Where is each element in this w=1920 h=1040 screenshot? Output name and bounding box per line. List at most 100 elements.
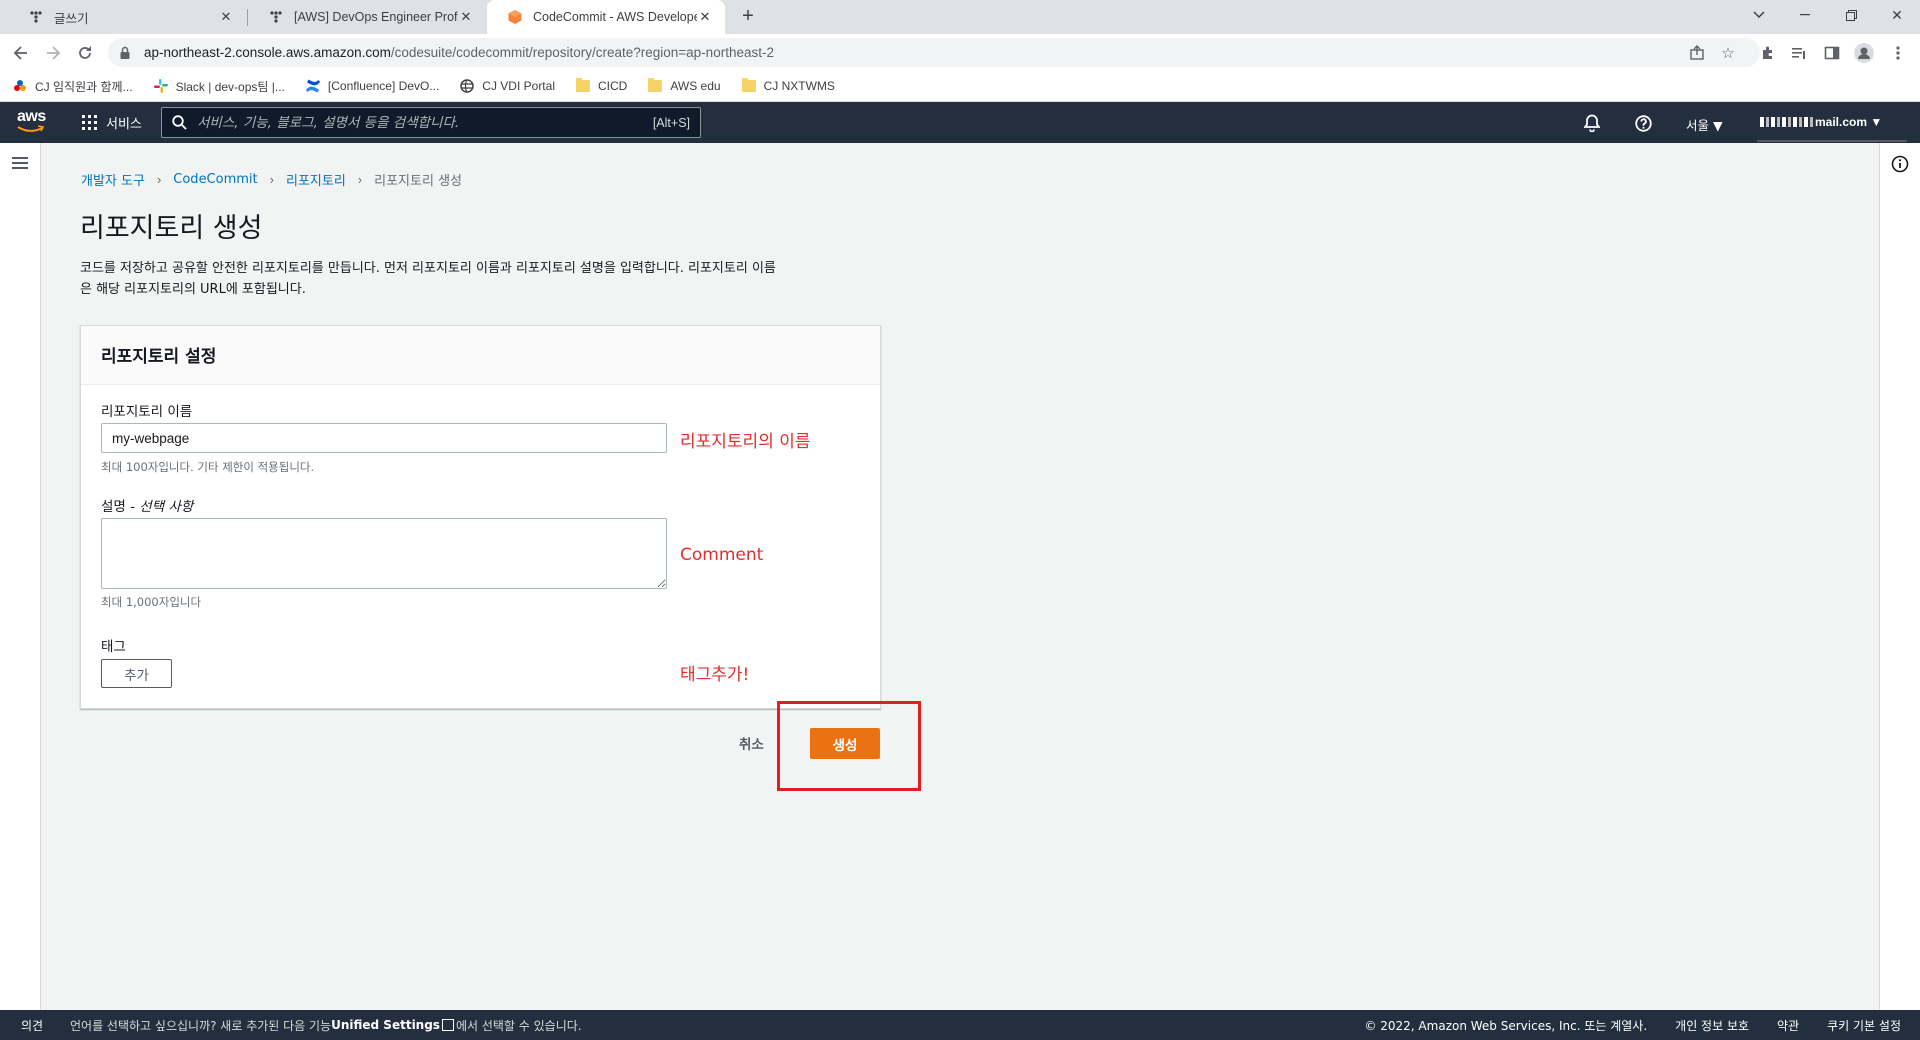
globe-icon <box>459 78 475 94</box>
bookmark-label: Slack | dev-ops팀 |... <box>175 79 285 94</box>
close-tab-icon[interactable]: ✕ <box>697 9 713 25</box>
new-tab-button[interactable]: + <box>737 6 759 28</box>
profile-avatar-icon[interactable] <box>1854 43 1874 63</box>
left-navigation-rail <box>0 143 41 1010</box>
add-tag-button[interactable]: 추가 <box>101 659 172 688</box>
annotation-highlight-box <box>777 701 921 791</box>
share-icon[interactable] <box>1687 43 1707 63</box>
bookmark-confluence[interactable]: [Confluence] DevO... <box>305 78 439 94</box>
cookie-preferences-link[interactable]: 쿠키 기본 설정 <box>1827 1017 1901 1034</box>
tab-search-icon[interactable] <box>1736 0 1782 30</box>
repository-name-input[interactable] <box>101 423 667 453</box>
feedback-link[interactable]: 의견 <box>21 1017 43 1034</box>
browser-tab-strip: 글쓰기 ✕ [AWS] DevOps Engineer Profess ✕ Co… <box>0 0 1920 34</box>
bookmark-cj-vdi[interactable]: CJ VDI Portal <box>459 78 555 94</box>
breadcrumb: 개발자 도구 › CodeCommit › 리포지토리 › 리포지토리 생성 <box>81 170 462 189</box>
breadcrumb-repositories[interactable]: 리포지토리 <box>286 170 346 189</box>
search-input[interactable] <box>197 114 653 131</box>
description-hint: 최대 1,000자입니다 <box>101 595 202 609</box>
browser-tab-2[interactable]: [AWS] DevOps Engineer Profess ✕ <box>248 0 486 34</box>
chevron-right-icon: › <box>269 172 274 187</box>
bookmark-folder-cicd[interactable]: CICD <box>575 78 627 94</box>
reload-icon[interactable] <box>72 40 98 66</box>
bookmark-label: CJ VDI Portal <box>482 79 555 93</box>
copyright-text: © 2022, Amazon Web Services, Inc. 또는 계열사… <box>1364 1018 1648 1033</box>
panel-title: 리포지토리 설정 <box>81 326 880 385</box>
browser-tab-1[interactable]: 글쓰기 ✕ <box>8 0 246 34</box>
browser-tab-active[interactable]: CodeCommit - AWS Developer ✕ <box>487 0 725 34</box>
optional-text: 선택 사항 <box>139 499 194 515</box>
annotation-repository-name: 리포지토리의 이름 <box>680 432 811 452</box>
side-panel-icon[interactable] <box>1822 43 1842 63</box>
reading-list-icon[interactable] <box>1789 43 1809 63</box>
repository-name-label: 리포지토리 이름 <box>101 404 193 420</box>
services-label: 서비스 <box>106 116 142 131</box>
close-tab-icon[interactable]: ✕ <box>458 9 474 25</box>
terms-link[interactable]: 약관 <box>1777 1017 1799 1034</box>
bookmark-folder-cj-nxtwms[interactable]: CJ NXTWMS <box>741 78 835 94</box>
notifications-bell-icon[interactable] <box>1582 113 1602 133</box>
account-name: mail.com ▼ <box>1815 115 1883 129</box>
info-icon[interactable] <box>1891 155 1909 173</box>
breadcrumb-developer-tools[interactable]: 개발자 도구 <box>81 170 145 189</box>
chevron-right-icon: › <box>357 172 363 187</box>
bookmark-cj-employees[interactable]: CJ 임직원과 함께... <box>12 78 133 95</box>
close-tab-icon[interactable]: ✕ <box>218 9 234 25</box>
page-title: 리포지토리 생성 <box>80 213 263 244</box>
account-underline <box>1757 140 1907 142</box>
url-host: ap-northeast-2.console.aws.amazon.com <box>144 45 391 60</box>
breadcrumb-current: 리포지토리 생성 <box>374 174 462 189</box>
description-textarea[interactable] <box>101 518 667 589</box>
bookmark-slack[interactable]: Slack | dev-ops팀 |... <box>153 78 285 95</box>
extensions-icon[interactable] <box>1758 43 1778 63</box>
url-text: ap-northeast-2.console.aws.amazon.com/co… <box>144 45 774 60</box>
bookmark-label: CJ NXTWMS <box>763 79 835 93</box>
region-selector[interactable]: 서울 ▼ <box>1686 115 1723 134</box>
aws-smile-icon <box>17 125 45 132</box>
breadcrumb-codecommit[interactable]: CodeCommit <box>173 172 257 187</box>
bookmark-folder-aws-edu[interactable]: AWS edu <box>647 78 721 94</box>
privacy-link[interactable]: 개인 정보 보호 <box>1675 1017 1749 1034</box>
chrome-menu-icon[interactable] <box>1888 43 1908 63</box>
menu-hamburger-icon[interactable] <box>12 157 28 169</box>
bookmark-label: CJ 임직원과 함께... <box>35 79 133 94</box>
address-bar[interactable]: ap-northeast-2.console.aws.amazon.com/co… <box>108 38 1760 67</box>
minimize-icon[interactable] <box>1782 0 1828 30</box>
language-notice-prefix: 언어를 선택하고 싶으십니까? 새로 추가된 다음 기능 <box>70 1018 332 1033</box>
codecommit-icon <box>507 9 523 25</box>
unified-settings-link[interactable]: Unified Settings <box>331 1018 440 1032</box>
account-menu[interactable]: mail.com ▼ <box>1760 115 1882 129</box>
forward-icon[interactable] <box>40 40 66 66</box>
annotation-add-tag: 태그추가! <box>680 665 750 685</box>
redacted-account-mask <box>1760 117 1814 127</box>
bookmark-label: CICD <box>597 79 628 93</box>
repository-settings-panel: 리포지토리 설정 리포지토리 이름 최대 100자입니다. 기타 제한이 적용됩… <box>80 325 881 709</box>
aws-logo-text: aws <box>17 108 46 125</box>
address-bar-row: ap-northeast-2.console.aws.amazon.com/co… <box>0 34 1920 71</box>
services-menu[interactable]: 서비스 <box>82 113 142 132</box>
cancel-button[interactable]: 취소 <box>739 733 764 753</box>
tistory-icon <box>268 9 284 25</box>
language-notice-suffix: 에서 선택할 수 있습니다. <box>455 1018 582 1033</box>
bookmarks-bar: CJ 임직원과 함께... Slack | dev-ops팀 |... [Con… <box>0 71 1920 102</box>
external-link-icon <box>441 1019 454 1031</box>
aws-logo[interactable]: aws <box>17 109 51 135</box>
folder-icon <box>741 78 757 94</box>
cj-logo-icon <box>12 78 28 94</box>
confluence-icon <box>305 78 321 94</box>
console-footer: 의견 언어를 선택하고 싶으십니까? 새로 추가된 다음 기능 Unified … <box>0 1010 1920 1040</box>
tistory-icon <box>28 9 44 25</box>
url-path: /codesuite/codecommit/repository/create?… <box>390 45 774 60</box>
page-description: 코드를 저장하고 공유할 안전한 리포지토리를 만듭니다. 먼저 리포지토리 이… <box>80 258 880 300</box>
console-search[interactable]: [Alt+S] <box>161 107 701 138</box>
help-icon[interactable] <box>1633 113 1653 133</box>
back-icon[interactable] <box>8 40 34 66</box>
description-label-text: 설명 - <box>101 499 140 515</box>
bookmark-star-icon[interactable]: ☆ <box>1718 43 1738 63</box>
right-help-rail <box>1879 143 1920 1010</box>
restore-icon[interactable] <box>1828 0 1874 30</box>
description-line: 코드를 저장하고 공유할 안전한 리포지토리를 만듭니다. 먼저 리포지토리 이… <box>80 261 776 276</box>
tab-title: [AWS] DevOps Engineer Profess <box>294 10 458 24</box>
annotation-comment: Comment <box>680 545 764 565</box>
close-window-icon[interactable]: ✕ <box>1874 0 1920 30</box>
